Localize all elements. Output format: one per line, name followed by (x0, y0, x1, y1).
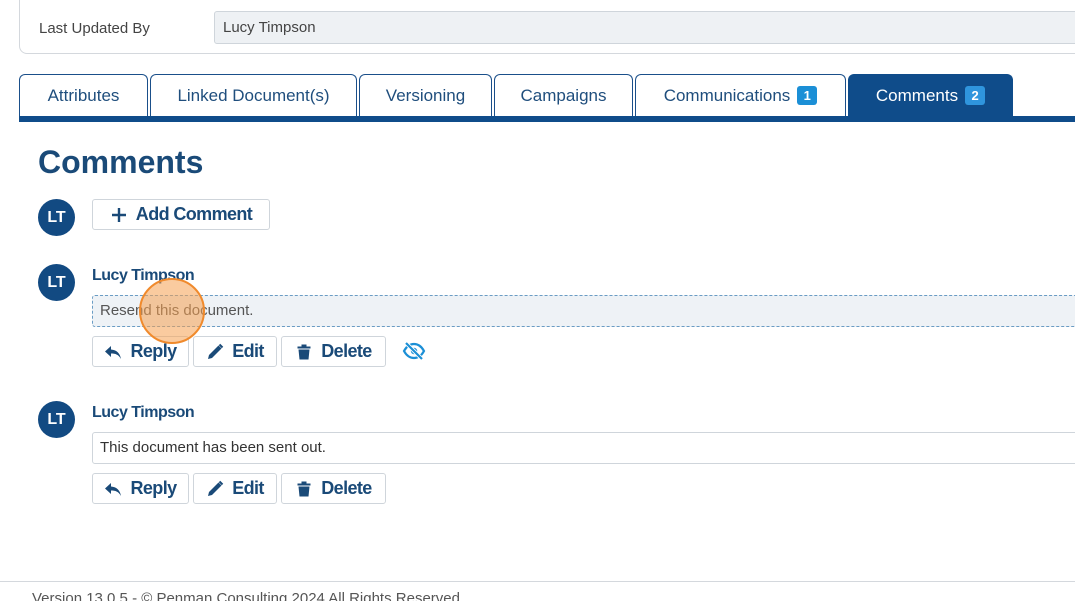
delete-button[interactable]: Delete (281, 473, 386, 504)
plus-icon (110, 206, 128, 224)
trash-icon (295, 343, 313, 361)
tab-attributes[interactable]: Attributes (19, 74, 148, 116)
avatar-initials: LT (47, 410, 66, 428)
tab-label: Versioning (385, 85, 466, 105)
avatar: LT (38, 401, 75, 438)
reply-label: Reply (130, 478, 177, 498)
tab-campaigns[interactable]: Campaigns (494, 74, 633, 116)
last-updated-by-field[interactable]: Lucy Timpson (214, 11, 1075, 44)
edit-button[interactable]: Edit (193, 473, 277, 504)
page-title: Comments (38, 144, 204, 180)
add-comment-button[interactable]: Add Comment (92, 199, 270, 230)
comment-edit-field[interactable]: Resend this document. (92, 295, 1075, 327)
tab-label: Comments (875, 85, 959, 105)
comments-count-badge: 2 (965, 86, 986, 105)
eye-slash-icon[interactable] (402, 341, 426, 361)
pencil-icon (206, 343, 224, 361)
tab-label: Communications (663, 85, 791, 105)
reply-icon (104, 343, 122, 361)
delete-label: Delete (321, 478, 372, 498)
page: Last Updated By Lucy Timpson Attributes … (0, 0, 1075, 601)
delete-button[interactable]: Delete (281, 336, 386, 367)
tab-label: Linked Document(s) (177, 85, 330, 105)
edit-button[interactable]: Edit (193, 336, 277, 367)
communications-count-badge: 1 (797, 86, 818, 105)
add-comment-label: Add Comment (135, 204, 253, 224)
delete-label: Delete (321, 341, 372, 361)
last-updated-by-label: Last Updated By (39, 20, 150, 37)
edit-label: Edit (232, 341, 264, 361)
avatar-initials: LT (47, 208, 66, 226)
tab-comments[interactable]: Comments 2 (848, 74, 1013, 116)
tab-label: Campaigns (520, 85, 607, 105)
avatar-initials: LT (47, 273, 66, 291)
reply-button[interactable]: Reply (92, 473, 189, 504)
avatar: LT (38, 199, 75, 236)
reply-label: Reply (130, 341, 177, 361)
footer-divider (0, 581, 1075, 582)
tab-versioning[interactable]: Versioning (359, 74, 492, 116)
edit-label: Edit (232, 478, 264, 498)
trash-icon (295, 480, 313, 498)
tab-label: Attributes (47, 85, 120, 105)
tab-linked-documents[interactable]: Linked Document(s) (150, 74, 357, 116)
reply-button[interactable]: Reply (92, 336, 189, 367)
comment-text: This document has been sent out. (92, 432, 1075, 464)
reply-icon (104, 480, 122, 498)
tab-bar: Attributes Linked Document(s) Versioning… (19, 74, 1015, 116)
comment-author: Lucy Timpson (92, 267, 195, 284)
footer-copyright: Version 13.0.5 - © Penman Consulting 202… (32, 590, 460, 601)
comment-author: Lucy Timpson (92, 404, 195, 421)
avatar: LT (38, 264, 75, 301)
tab-underline (19, 116, 1075, 122)
record-details-card: Last Updated By Lucy Timpson (19, 0, 1075, 54)
pencil-icon (206, 480, 224, 498)
tab-communications[interactable]: Communications 1 (635, 74, 846, 116)
